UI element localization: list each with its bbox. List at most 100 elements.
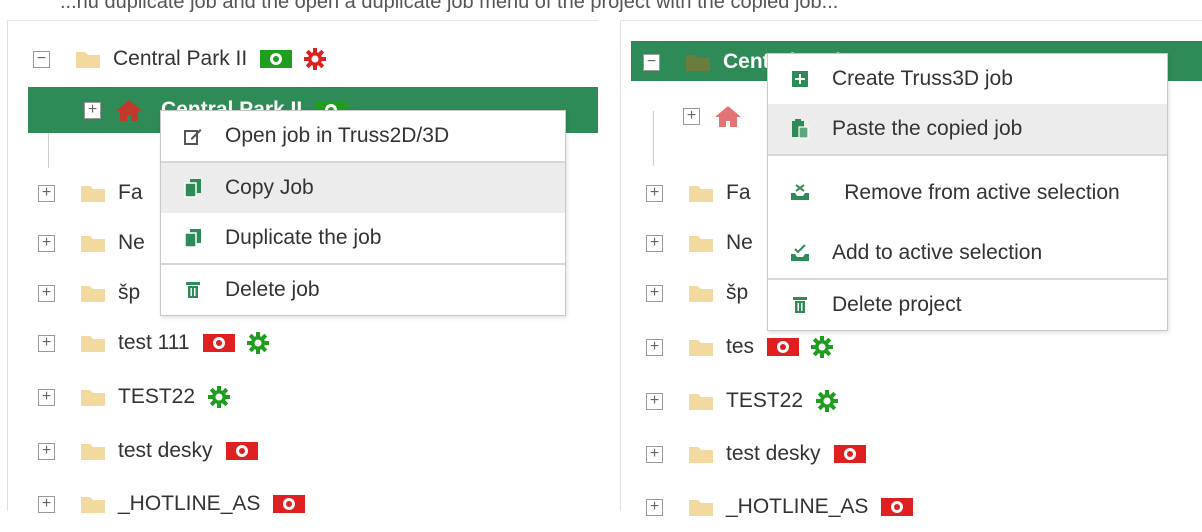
menu-item-label: Copy Job [225,176,314,199]
copy-icon [183,228,203,248]
expand-toggle[interactable]: + [38,334,55,352]
money-red-icon [202,332,236,354]
expand-toggle[interactable]: + [646,234,663,252]
house-icon [116,100,142,121]
folder-icon [689,500,713,516]
menu-item-label: Open job in Truss2D/3D [225,124,450,147]
menu-item-duplicate-job[interactable]: Duplicate the job [161,213,565,263]
tree-row-label: Fa [118,181,143,204]
folder-icon [81,497,105,513]
expand-toggle[interactable]: + [646,392,663,410]
money-red-icon [833,443,867,465]
expand-toggle[interactable]: + [646,184,663,202]
folder-icon [81,186,105,202]
edit-icon [183,126,203,146]
tree-row-project[interactable]: + TEST22 [621,376,1202,426]
expand-toggle[interactable]: + [683,107,700,125]
tree-row-label: test desky [118,439,213,462]
tree-row-label: tes [726,335,755,358]
house-icon [715,106,741,127]
menu-item-paste-job[interactable]: Paste the copied job [768,104,1167,154]
expand-toggle[interactable]: + [38,495,55,513]
tray-add-icon [790,243,810,263]
menu-item-delete-job[interactable]: Delete job [161,265,565,315]
folder-icon [689,286,713,302]
menu-item-label: Create Truss3D job [832,67,1013,90]
expand-toggle[interactable]: + [84,101,101,119]
folder-icon [689,447,713,463]
gear-red-icon [303,47,327,71]
collapse-toggle[interactable]: − [643,53,660,71]
money-red-icon [272,493,306,515]
expand-toggle[interactable]: + [38,442,55,460]
folder-icon [81,336,105,352]
tree-row-label: TEST22 [726,389,804,412]
folder-icon [81,286,105,302]
expand-toggle[interactable]: + [646,284,663,302]
tree-row-project[interactable]: + TEST22 [8,372,598,422]
menu-item-label: Add to active selection [832,241,1043,264]
folder-icon [689,394,713,410]
tree-row-label: _HOTLINE_AS [118,492,261,515]
tree-row-label: šp [726,281,749,304]
tree-row-label: test desky [726,442,821,465]
paste-icon [790,119,810,139]
plus-icon [790,69,810,89]
gear-green-icon [815,389,839,413]
tray-remove-icon [790,182,810,202]
gear-green-icon [207,385,231,409]
money-red-icon [766,336,800,358]
folder-icon [689,186,713,202]
project-context-menu: Create Truss3D job Paste the copied job … [767,53,1168,331]
tree-row-project[interactable]: + test desky [621,429,1202,479]
folder-icon [76,52,100,68]
job-context-menu: Open job in Truss2D/3D Copy Job Duplicat… [160,110,566,316]
expand-toggle[interactable]: + [38,184,55,202]
expand-toggle[interactable]: + [646,498,663,516]
tree-row-label: Central Park II [113,47,248,70]
menu-item-label: Delete job [225,278,320,301]
tree-row-label: šp [118,281,141,304]
menu-item-label: Duplicate the job [225,226,382,249]
menu-item-remove-selection[interactable]: Remove from active selection [768,156,1167,228]
expand-toggle[interactable]: + [646,338,663,356]
menu-item-open-job[interactable]: Open job in Truss2D/3D [161,111,565,161]
folder-icon [81,444,105,460]
expand-toggle[interactable]: + [646,445,663,463]
money-red-icon [880,496,914,518]
tree-row-label: Fa [726,181,751,204]
menu-item-label: Delete project [832,293,962,316]
tree-row-label: Ne [726,231,753,254]
trash-icon [183,280,203,300]
tree-row-label: TEST22 [118,385,196,408]
tree-row-label: _HOTLINE_AS [726,495,869,518]
menu-item-add-selection[interactable]: Add to active selection [768,228,1167,278]
expand-toggle[interactable]: + [38,388,55,406]
folder-icon [81,236,105,252]
menu-item-create-job[interactable]: Create Truss3D job [768,54,1167,104]
folder-icon [689,236,713,252]
folder-icon [686,55,710,71]
expand-toggle[interactable]: + [38,284,55,302]
trash-icon [790,295,810,315]
tree-row-project[interactable]: + _HOTLINE_AS [621,482,1202,532]
menu-item-copy-job[interactable]: Copy Job [161,163,565,213]
tree-row-project[interactable]: + test desky [8,426,598,476]
expand-toggle[interactable]: + [38,234,55,252]
tree-row-label: test 111 [118,331,190,354]
menu-item-label: Paste the copied job [832,117,1023,140]
menu-item-delete-project[interactable]: Delete project [768,280,1167,330]
folder-icon [81,390,105,406]
copy-icon [183,178,203,198]
top-caption: ...nu duplicate job and the open a dupli… [60,0,839,13]
menu-item-label: Remove from active selection [844,180,1120,204]
money-green-icon [259,48,293,70]
money-red-icon [225,440,259,462]
tree-row-project[interactable]: + _HOTLINE_AS [8,479,598,529]
tree-row-project[interactable]: − Central Park II [8,34,598,84]
tree-row-label: Ne [118,231,145,254]
tree-row-project[interactable]: + test 111 [8,318,598,368]
gear-green-icon [810,335,834,359]
collapse-toggle[interactable]: − [33,50,50,68]
gear-green-icon [246,331,270,355]
